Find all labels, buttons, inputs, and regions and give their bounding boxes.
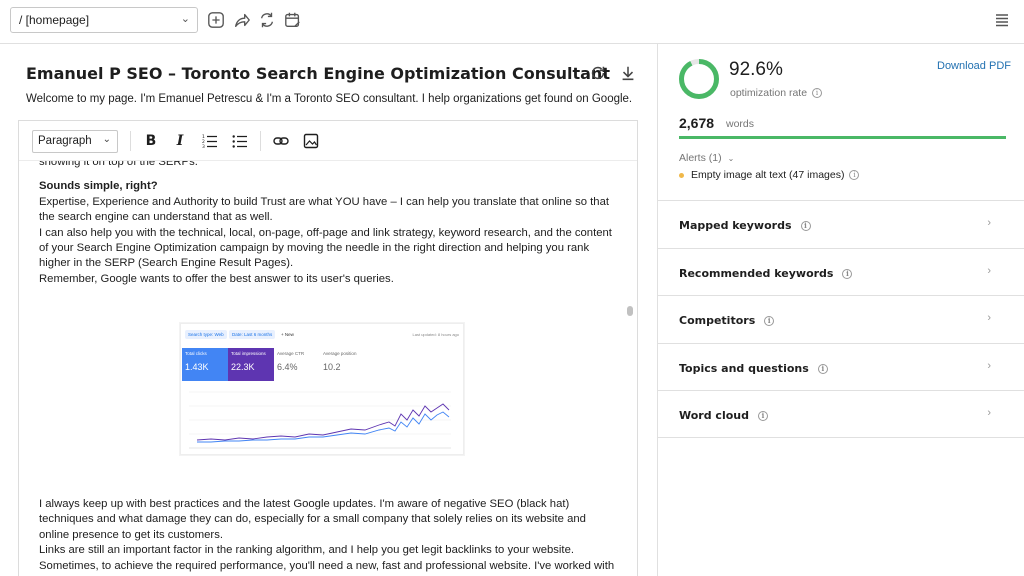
info-icon[interactable]: i (842, 269, 853, 279)
page-description: Welcome to my page. I'm Emanuel Petrescu… (26, 93, 633, 105)
info-icon[interactable]: i (757, 411, 768, 421)
bold-icon[interactable]: B (143, 133, 159, 149)
plus-circle-icon[interactable] (207, 11, 225, 29)
page-selector-value: / [homepage] (19, 13, 90, 27)
panel-recommended-keywords[interactable]: Recommended keywords i › (658, 248, 1024, 296)
info-icon[interactable]: i (849, 170, 860, 181)
bullet-list-icon[interactable] (232, 133, 248, 149)
page-title: Emanuel P SEO – Toronto Search Engine Op… (26, 64, 610, 83)
panel-label-text: Topics and questions (679, 362, 809, 375)
panel-label-text: Mapped keywords (679, 219, 792, 232)
gsc-tile-value: 1.43K (185, 362, 209, 372)
share-arrow-icon[interactable] (233, 11, 251, 29)
download-pdf-link[interactable]: Download PDF (937, 60, 1011, 72)
chevron-right-icon: › (987, 360, 991, 372)
gsc-new-label: + New (281, 332, 294, 337)
gsc-tile-value: 10.2 (323, 362, 341, 372)
gsc-updated-label: Last updated: 8 hours ago (412, 332, 459, 337)
panel-mapped-keywords[interactable]: Mapped keywords i › (658, 200, 1024, 248)
panel-label-text: Word cloud (679, 409, 749, 422)
gsc-tile-label: Total impressions (231, 351, 266, 356)
word-count-label: words (726, 118, 755, 130)
gsc-tile-impressions: Total impressions 22.3K (228, 348, 274, 381)
info-icon[interactable]: i (800, 221, 811, 231)
menu-icon[interactable] (994, 12, 1010, 28)
word-count: 2,678 (679, 115, 715, 131)
paragraph: Links are still an important factor in t… (39, 544, 574, 557)
calendar-edit-icon[interactable] (284, 11, 302, 29)
gsc-tile-label: Total clicks (185, 351, 207, 356)
gsc-tile-label: Average CTR (277, 351, 305, 356)
chevron-right-icon: › (987, 217, 991, 229)
optimization-rate-value: 92.6% (729, 59, 783, 80)
optimization-rate-label: optimization rate i (730, 87, 823, 99)
info-icon[interactable]: i (764, 316, 775, 326)
gsc-line-chart (189, 391, 451, 449)
alerts-header: Alerts (1) (679, 152, 722, 164)
block-format-select[interactable]: Paragraph ⌄ (32, 130, 118, 153)
toolbar-divider (260, 131, 261, 151)
svg-text:3: 3 (202, 144, 205, 149)
page-selector[interactable]: / [homepage] ⌄ (10, 7, 198, 33)
panel-label: Mapped keywords i (679, 219, 811, 232)
refresh-icon[interactable] (258, 11, 276, 29)
panel-label: Word cloud i (679, 409, 768, 422)
chevron-right-icon: › (987, 407, 991, 419)
clicks-line (197, 411, 450, 443)
block-format-value: Paragraph (38, 135, 92, 147)
gsc-tile-position: Average position 10.2 (320, 348, 366, 381)
link-icon[interactable] (273, 133, 289, 149)
toolbar-divider (130, 131, 131, 151)
download-icon[interactable] (619, 64, 637, 82)
gsc-filter-chip: Search type: Web (185, 330, 227, 339)
paragraph: I can also help you with the technical, … (39, 226, 612, 270)
info-icon[interactable]: i (817, 364, 828, 374)
info-icon[interactable]: i (812, 88, 823, 99)
impressions-line (196, 403, 450, 441)
content-heading: Sounds simple, right? (39, 180, 158, 193)
paragraph: Remember, Google wants to offer the best… (39, 272, 394, 285)
gsc-tile-value: 6.4% (277, 362, 298, 372)
editor-area: Emanuel P SEO – Toronto Search Engine Op… (0, 44, 657, 576)
panel-label: Competitors i (679, 314, 775, 327)
gsc-tile-clicks: Total clicks 1.43K (182, 348, 228, 381)
chevron-down-icon: ⌄ (180, 13, 190, 25)
ordered-list-icon[interactable]: 123 (202, 133, 218, 149)
editor-content[interactable]: showing it on top of the SERPs. Sounds s… (39, 155, 619, 287)
seo-sidebar: 92.6% optimization rate i Download PDF 2,… (657, 44, 1024, 576)
image-icon[interactable] (303, 133, 319, 149)
italic-icon[interactable]: I (172, 133, 188, 149)
panel-topics-and-questions[interactable]: Topics and questions i › (658, 343, 1024, 391)
optimization-rate-text: optimization rate (730, 87, 808, 99)
panel-label: Recommended keywords i (679, 267, 853, 280)
format-toolbar: Paragraph ⌄ B I 123 (19, 121, 637, 161)
alerts-toggle[interactable]: Alerts (1) ⌄ (679, 152, 734, 164)
paragraph: I always keep up with best practices and… (39, 498, 586, 541)
paragraph: Sometimes, to achieve the required perfo… (39, 559, 615, 572)
alert-item: Empty image alt text (47 images) i (679, 169, 860, 181)
word-count-bar (679, 136, 1006, 139)
alert-text: Empty image alt text (47 images) (691, 169, 845, 181)
embedded-performance-image[interactable]: Search type: Web Date: Last 6 months + N… (180, 323, 464, 455)
chevron-down-icon: ⌄ (102, 134, 111, 145)
panel-label-text: Competitors (679, 314, 756, 327)
gsc-tile-ctr: Average CTR 6.4% (274, 348, 320, 381)
refresh-icon[interactable] (589, 64, 607, 82)
panel-label: Topics and questions i (679, 362, 828, 375)
gsc-filter-chip: Date: Last 6 months (229, 330, 276, 339)
editor-content-lower[interactable]: I always keep up with best practices and… (39, 497, 619, 574)
chevron-right-icon: › (987, 312, 991, 324)
gsc-tile-value: 22.3K (231, 362, 255, 372)
gsc-tile-label: Average position (323, 351, 357, 356)
chevron-right-icon: › (987, 265, 991, 277)
chevron-down-icon: ⌄ (727, 154, 735, 163)
panel-label-text: Recommended keywords (679, 267, 834, 280)
panel-word-cloud[interactable]: Word cloud i › (658, 390, 1024, 438)
top-toolbar: / [homepage] ⌄ (0, 0, 1024, 44)
warning-dot-icon (679, 172, 684, 178)
optimization-ring (679, 59, 719, 99)
panel-competitors[interactable]: Competitors i › (658, 295, 1024, 343)
paragraph: Expertise, Experience and Authority to b… (39, 195, 609, 224)
editor-scrollbar[interactable] (627, 306, 633, 316)
